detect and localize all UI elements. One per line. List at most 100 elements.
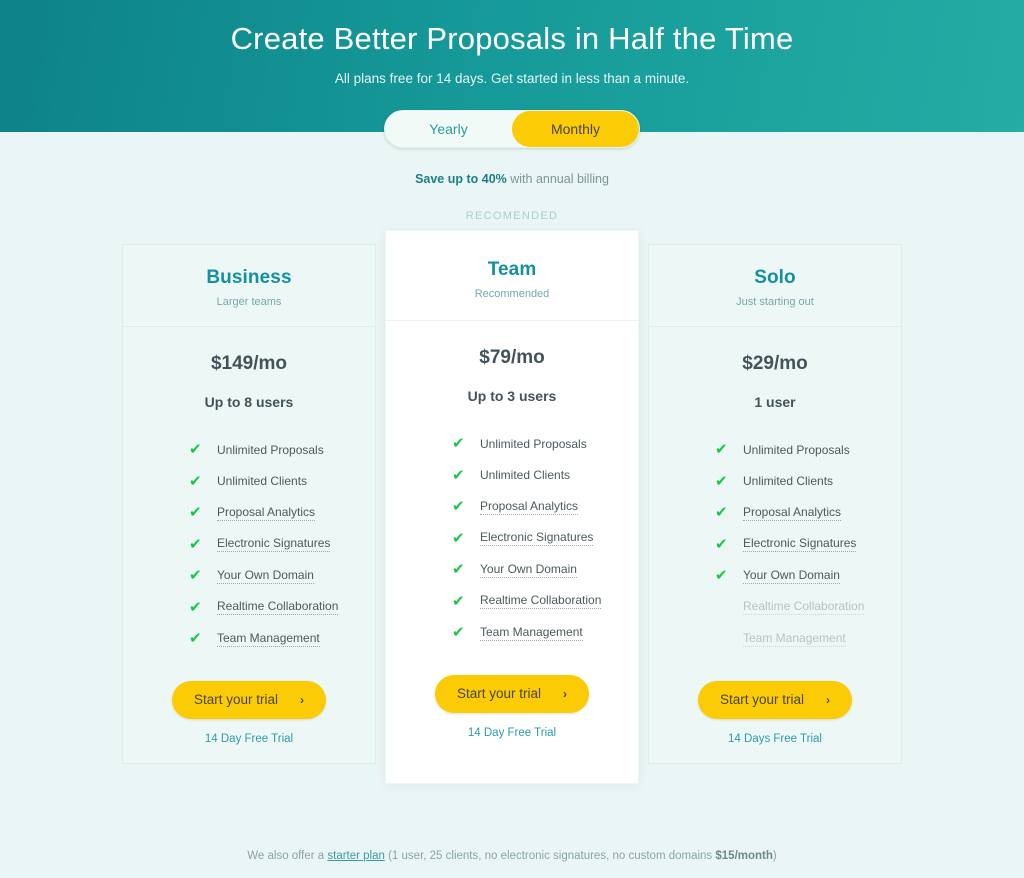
feature-list: ✔ Unlimited Proposals ✔ Unlimited Clients ✔ P… (386, 428, 638, 649)
check-icon: ✔ (189, 441, 202, 459)
card-header: Business Larger teams (123, 245, 375, 327)
cta-block: Start your trial › 14 Day Free Trial (123, 680, 375, 745)
feature-item: ✔ Realtime Collaboration (452, 586, 638, 618)
feature-item: ✔ Electronic Signatures (715, 529, 901, 561)
cta-block: Start your trial › 14 Days Free Trial (649, 680, 901, 745)
starter-note-text-b: (1 user, 25 clients, no electronic signa… (384, 849, 716, 862)
feature-label: Unlimited Clients (217, 474, 308, 489)
feature-label[interactable]: Your Own Domain (480, 562, 577, 578)
savings-amount: Save up to 40% (415, 172, 507, 186)
plan-tagline: Just starting out (736, 296, 814, 308)
feature-item: ✔ Unlimited Proposals (189, 434, 375, 466)
check-icon: ✔ (452, 466, 465, 484)
page-title: Create Better Proposals in Half the Time (230, 21, 794, 56)
card-header: Solo Just starting out (649, 245, 901, 327)
chevron-right-icon: › (826, 692, 831, 707)
feature-item: ✔ Your Own Domain (452, 554, 638, 586)
feature-label[interactable]: Electronic Signatures (480, 530, 594, 547)
feature-label[interactable]: Electronic Signatures (217, 536, 331, 553)
feature-label[interactable]: Realtime Collaboration (217, 599, 339, 616)
feature-item: ✔ Electronic Signatures (189, 529, 375, 561)
start-trial-button[interactable]: Start your trial › (434, 674, 590, 713)
feature-label: Unlimited Proposals (480, 436, 587, 451)
check-icon: ✔ (715, 441, 728, 459)
feature-item: ✔Team Management (452, 617, 638, 649)
start-trial-label: Start your trial (719, 692, 805, 707)
feature-label[interactable]: Team Management (480, 625, 583, 641)
starter-plan-link[interactable]: starter plan (327, 850, 385, 862)
feature-item: ✔ Team Management (189, 623, 375, 655)
feature-item: ✔ Proposal Analytics (715, 497, 901, 529)
chevron-right-icon: › (563, 686, 568, 701)
plan-name: Business (206, 267, 292, 288)
card-header: Team Recommended (386, 231, 638, 321)
plan-user-count: Up to 8 users (204, 394, 294, 410)
trial-note: 14 Day Free Trial (467, 726, 557, 739)
feature-label: Unlimited Clients (743, 474, 834, 489)
feature-label: Unlimited Proposals (217, 442, 324, 457)
feature-label[interactable]: Realtime Collaboration (743, 599, 865, 616)
start-trial-label: Start your trial (456, 686, 542, 701)
feature-item: ✔ Realtime Collaboration (189, 592, 375, 624)
feature-item: ✔ Your Own Domain (189, 560, 375, 592)
start-trial-button[interactable]: Start your trial › (697, 680, 853, 719)
check-icon: ✔ (715, 535, 728, 553)
check-icon: ✔ (189, 504, 202, 522)
feature-item: ✔ Unlimited Proposals (452, 428, 638, 460)
feature-label[interactable]: Your Own Domain (217, 568, 314, 584)
feature-item: ✔ Electronic Signatures (452, 523, 638, 555)
check-icon: ✔ (452, 592, 465, 610)
recommended-flag: RECOMENDED (465, 210, 559, 222)
feature-label[interactable]: Proposal Analytics (217, 505, 316, 521)
feature-label[interactable]: Team Management (217, 631, 320, 647)
starter-plan-price: $15/month (715, 849, 773, 862)
feature-item: ✔ Unlimited Proposals (715, 434, 901, 466)
toggle-option-yearly[interactable]: Yearly (385, 111, 512, 147)
plan-tagline: Larger teams (216, 296, 282, 308)
feature-label[interactable]: Team Management (743, 631, 846, 647)
annual-savings-note: Save up to 40% with annual billing (0, 172, 1024, 186)
plan-price: $29/mo (742, 353, 808, 374)
check-icon: ✔ (715, 504, 728, 522)
trial-note: 14 Day Free Trial (204, 732, 294, 745)
check-icon: ✔ (452, 498, 465, 516)
check-icon: ✔ (189, 598, 202, 616)
cta-block: Start your trial › 14 Day Free Trial (386, 674, 638, 739)
feature-item: ✔Team Management (715, 623, 901, 655)
feature-item: ✔ Your Own Domain (715, 560, 901, 592)
check-icon: ✔ (189, 630, 202, 648)
check-icon: ✔ (715, 472, 728, 490)
card-price-block: $149/mo Up to 8 users (123, 327, 375, 410)
feature-label[interactable]: Electronic Signatures (743, 536, 857, 553)
card-price-block: $79/mo Up to 3 users (386, 321, 638, 404)
billing-toggle[interactable]: Yearly Monthly (384, 110, 640, 148)
starter-plan-note: We also offer a starter plan (1 user, 25… (0, 846, 1024, 868)
pricing-cards: Business Larger teams $149/mo Up to 8 users… (122, 230, 902, 784)
feature-label[interactable]: Proposal Analytics (480, 499, 579, 515)
footer-notes: We also offer a starter plan (1 user, 25… (0, 846, 1024, 878)
trial-note: 14 Days Free Trial (728, 732, 822, 745)
feature-label[interactable]: Your Own Domain (743, 568, 840, 584)
feature-item: ✔ Unlimited Clients (452, 460, 638, 492)
savings-suffix: with annual billing (506, 172, 609, 186)
feature-label[interactable]: Realtime Collaboration (480, 593, 602, 610)
plan-price: $149/mo (210, 353, 288, 374)
starter-note-text-a: We also offer a (247, 849, 328, 862)
start-trial-button[interactable]: Start your trial › (171, 680, 327, 719)
check-icon: ✔ (452, 561, 465, 579)
starter-note-text-c: ) (772, 849, 777, 862)
toggle-option-monthly[interactable]: Monthly (512, 111, 639, 147)
chevron-right-icon: › (300, 692, 305, 707)
plan-tagline: Recommended (474, 288, 550, 300)
feature-item: ✔ Unlimited Clients (189, 466, 375, 498)
check-icon: ✔ (452, 529, 465, 547)
feature-item: ✔ Proposal Analytics (189, 497, 375, 529)
feature-item: ✔Realtime Collaboration (715, 592, 901, 624)
card-price-block: $29/mo 1 user (649, 327, 901, 410)
start-trial-label: Start your trial (193, 692, 279, 707)
check-icon: ✔ (189, 567, 202, 585)
pricing-card-solo: Solo Just starting out $29/mo 1 user ✔ Unlimi… (648, 244, 902, 764)
hero-banner: Create Better Proposals in Half the Time… (0, 0, 1024, 148)
plan-user-count: 1 user (754, 394, 796, 410)
feature-label[interactable]: Proposal Analytics (743, 505, 842, 521)
